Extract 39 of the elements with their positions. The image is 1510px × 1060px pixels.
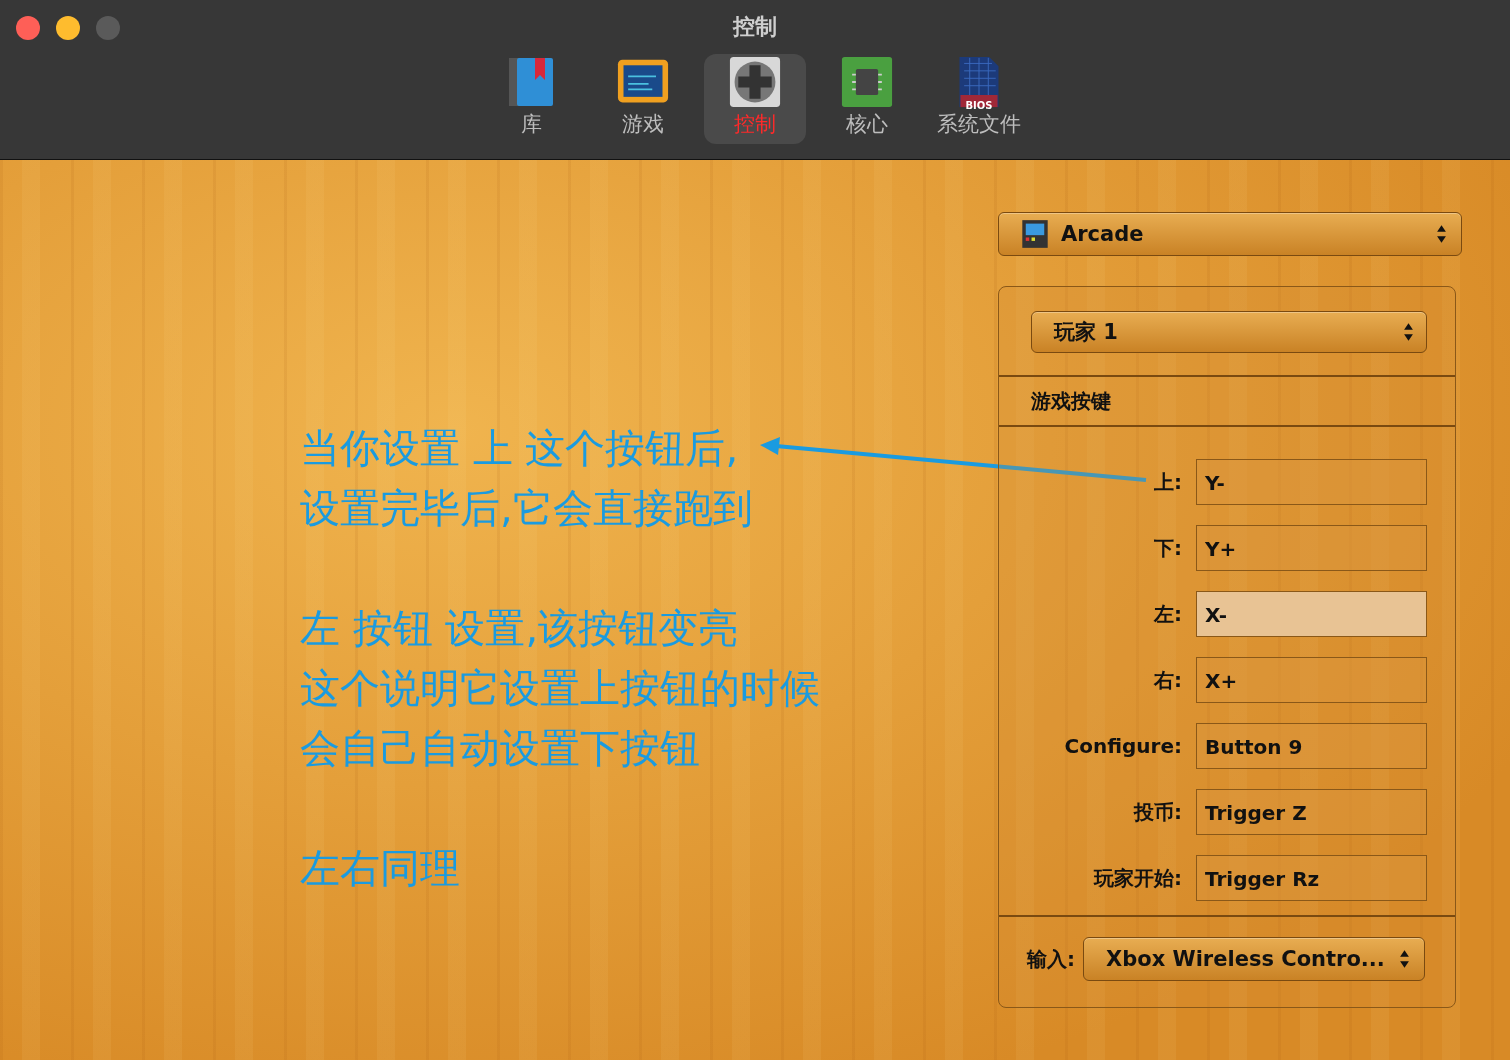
binding-field[interactable]: Button 9: [1196, 723, 1427, 769]
window-title: 控制: [733, 13, 777, 41]
toolbar-tab[interactable]: BIOS 系统文件: [928, 54, 1030, 144]
binding-field[interactable]: Trigger Rz: [1196, 855, 1427, 901]
binding-field[interactable]: Trigger Z: [1196, 789, 1427, 835]
binding-field[interactable]: Y+: [1196, 525, 1427, 571]
input-popup[interactable]: Xbox Wireless Contro...: [1083, 937, 1425, 981]
annotation-text: 这个说明它设置上按钮的时候: [300, 664, 820, 713]
input-label: 输入:: [1027, 945, 1075, 973]
annotation-text: 左右同理: [300, 844, 461, 893]
toolbar-tab[interactable]: 库: [480, 54, 582, 144]
annotation-text: 当你设置 上 这个按钮后,: [300, 424, 740, 473]
section-title: 游戏按键: [999, 377, 1455, 427]
player-popup[interactable]: 玩家 1: [1031, 311, 1427, 353]
close-button[interactable]: [16, 16, 40, 40]
chip-icon: [841, 56, 893, 108]
toolbar-tab[interactable]: 游戏: [592, 54, 694, 144]
dpad-icon: [729, 56, 781, 108]
toolbar-tab[interactable]: 核心: [816, 54, 918, 144]
binding-label: 右:: [1154, 666, 1182, 694]
binding-label: 下:: [1154, 534, 1182, 562]
system-popup[interactable]: Arcade: [998, 212, 1462, 256]
stepper-arrows-icon: [1403, 321, 1414, 343]
annotation-text: 左 按钮 设置,该按钮变亮: [300, 604, 740, 653]
binding-field[interactable]: X+: [1196, 657, 1427, 703]
binding-field[interactable]: X-: [1196, 591, 1427, 637]
arcade-cabinet-icon: [1021, 219, 1049, 249]
binding-label: 投币:: [1134, 798, 1182, 826]
file-type-label: BIOS: [965, 100, 993, 111]
binding-field[interactable]: Y-: [1196, 459, 1427, 505]
stepper-arrows-icon: [1436, 223, 1447, 245]
binding-label: Configure:: [1064, 734, 1182, 758]
stepper-arrows-icon: [1399, 948, 1410, 970]
binding-label: 上:: [1154, 468, 1182, 496]
binding-label: 玩家开始:: [1094, 864, 1182, 892]
annotation-text: 会自己自动设置下按钮: [300, 724, 701, 773]
binding-label: 左:: [1154, 600, 1182, 628]
annotation-text: 设置完毕后,它会直接跑到: [300, 484, 754, 533]
minimize-button[interactable]: [56, 16, 80, 40]
